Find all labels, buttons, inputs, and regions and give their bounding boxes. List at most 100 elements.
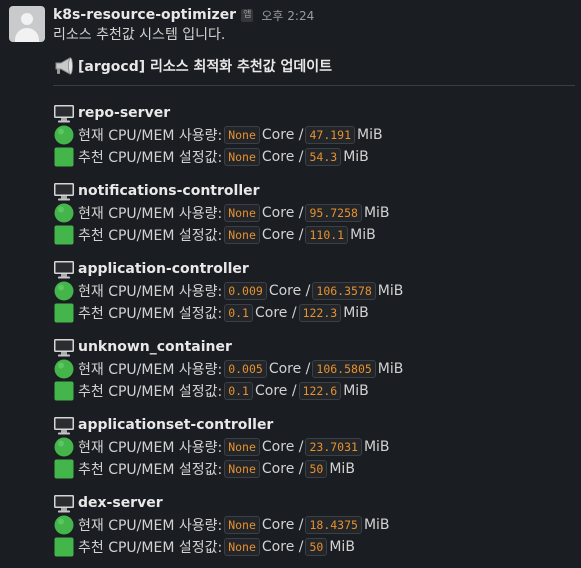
- container-name-line: unknown_container: [53, 336, 403, 358]
- current-usage-line: 현재 CPU/MEM 사용량: None Core / 95.7258 MiB: [53, 202, 403, 224]
- current-usage-label: 현재 CPU/MEM 사용량:: [78, 128, 223, 144]
- announcement-line: [argocd] 리소스 최적화 추천값 업데이트: [53, 55, 332, 77]
- container-name-line: dex-server: [53, 492, 403, 514]
- green-circle-icon: [54, 281, 74, 301]
- mem-unit-label: MiB: [343, 383, 369, 399]
- current-cpu-value: 0.005: [224, 360, 267, 378]
- cpu-unit-label: Core /: [261, 539, 304, 555]
- recommended-cpu-value: None: [224, 538, 260, 556]
- current-usage-line: 현재 CPU/MEM 사용량: 0.005 Core / 106.5805 Mi…: [53, 358, 403, 380]
- recommended-mem-value: 110.1: [305, 226, 349, 244]
- green-square-icon: [54, 303, 74, 323]
- current-mem-value: 23.7031: [305, 438, 362, 456]
- green-circle-icon: [54, 437, 74, 457]
- recommended-setting-line: 추천 CPU/MEM 설정값: None Core / 50 MiB: [53, 536, 403, 558]
- container-name: applicationset-controller: [78, 417, 274, 433]
- desktop-computer-icon: [54, 339, 74, 357]
- mem-unit-label: MiB: [329, 539, 355, 555]
- cpu-unit-label: Core /: [254, 305, 297, 321]
- current-mem-value: 47.191: [305, 126, 356, 144]
- recommended-cpu-value: None: [224, 460, 260, 478]
- recommended-setting-line: 추천 CPU/MEM 설정값: None Core / 50 MiB: [53, 458, 403, 480]
- container-entry: repo-server 현재 CPU/MEM 사용량: None Core / …: [53, 102, 403, 180]
- cpu-unit-label: Core /: [261, 149, 304, 165]
- app-badge: 앱: [241, 8, 254, 22]
- container-name: dex-server: [78, 495, 163, 511]
- mem-unit-label: MiB: [329, 461, 355, 477]
- recommended-setting-label: 추천 CPU/MEM 설정값:: [78, 384, 223, 400]
- current-usage-label: 현재 CPU/MEM 사용량:: [78, 362, 223, 378]
- recommended-setting-line: 추천 CPU/MEM 설정값: None Core / 110.1 MiB: [53, 224, 403, 246]
- current-usage-label: 현재 CPU/MEM 사용량:: [78, 440, 223, 456]
- green-circle-icon: [54, 359, 74, 379]
- current-cpu-value: None: [224, 204, 260, 222]
- green-square-icon: [54, 381, 74, 401]
- container-name-line: repo-server: [53, 102, 403, 124]
- current-cpu-value: None: [224, 126, 260, 144]
- cpu-unit-label: Core /: [261, 127, 304, 143]
- mem-unit-label: MiB: [343, 305, 369, 321]
- cpu-unit-label: Core /: [268, 283, 311, 299]
- container-list: repo-server 현재 CPU/MEM 사용량: None Core / …: [53, 102, 403, 568]
- recommended-setting-label: 추천 CPU/MEM 설정값:: [78, 306, 223, 322]
- recommended-setting-label: 추천 CPU/MEM 설정값:: [78, 228, 223, 244]
- container-entry: unknown_container 현재 CPU/MEM 사용량: 0.005 …: [53, 336, 403, 414]
- recommended-setting-label: 추천 CPU/MEM 설정값:: [78, 462, 223, 478]
- cpu-unit-label: Core /: [261, 227, 304, 243]
- desktop-computer-icon: [54, 105, 74, 123]
- mem-unit-label: MiB: [363, 517, 390, 533]
- current-cpu-value: None: [224, 438, 260, 456]
- current-cpu-value: None: [224, 516, 260, 534]
- container-entry: applicationset-controller 현재 CPU/MEM 사용량…: [53, 414, 403, 492]
- announcement-text: [argocd] 리소스 최적화 추천값 업데이트: [78, 59, 333, 75]
- current-usage-label: 현재 CPU/MEM 사용량:: [78, 518, 223, 534]
- cpu-unit-label: Core /: [268, 361, 311, 377]
- recommended-setting-line: 추천 CPU/MEM 설정값: None Core / 54.3 MiB: [53, 146, 403, 168]
- green-circle-icon: [54, 125, 74, 145]
- cpu-unit-label: Core /: [261, 517, 304, 533]
- user-avatar-icon[interactable]: [9, 6, 45, 42]
- mem-unit-label: MiB: [377, 283, 404, 299]
- recommended-cpu-value: 0.1: [224, 382, 253, 400]
- mem-unit-label: MiB: [363, 439, 390, 455]
- green-square-icon: [54, 459, 74, 479]
- current-mem-value: 95.7258: [305, 204, 362, 222]
- desktop-computer-icon: [54, 417, 74, 435]
- recommended-mem-value: 50: [305, 538, 328, 556]
- green-square-icon: [54, 537, 74, 557]
- recommended-cpu-value: None: [224, 226, 260, 244]
- current-usage-label: 현재 CPU/MEM 사용량:: [78, 206, 223, 222]
- green-square-icon: [54, 147, 74, 167]
- current-cpu-value: 0.009: [224, 282, 267, 300]
- megaphone-icon: [55, 57, 73, 75]
- container-name: repo-server: [78, 105, 171, 121]
- recommended-mem-value: 54.3: [305, 148, 342, 166]
- message-timestamp[interactable]: 오후 2:24: [261, 7, 314, 24]
- sender-name[interactable]: k8s-resource-optimizer: [53, 7, 236, 23]
- container-name-line: application-controller: [53, 258, 403, 280]
- container-name: notifications-controller: [78, 183, 260, 199]
- message-header: k8s-resource-optimizer 앱 오후 2:24: [53, 5, 314, 25]
- container-name-line: notifications-controller: [53, 180, 403, 202]
- recommended-setting-line: 추천 CPU/MEM 설정값: 0.1 Core / 122.6 MiB: [53, 380, 403, 402]
- recommended-cpu-value: 0.1: [224, 304, 253, 322]
- recommended-setting-line: 추천 CPU/MEM 설정값: 0.1 Core / 122.3 MiB: [53, 302, 403, 324]
- desktop-computer-icon: [54, 183, 74, 201]
- recommended-mem-value: 50: [305, 460, 328, 478]
- desktop-computer-icon: [54, 495, 74, 513]
- green-square-icon: [54, 225, 74, 245]
- cpu-unit-label: Core /: [254, 383, 297, 399]
- mem-unit-label: MiB: [357, 127, 383, 143]
- recommended-setting-label: 추천 CPU/MEM 설정값:: [78, 150, 223, 166]
- current-usage-line: 현재 CPU/MEM 사용량: None Core / 47.191 MiB: [53, 124, 403, 146]
- cpu-unit-label: Core /: [261, 461, 304, 477]
- cpu-unit-label: Core /: [261, 439, 304, 455]
- current-mem-value: 18.4375: [305, 516, 362, 534]
- current-mem-value: 106.5805: [312, 360, 376, 378]
- current-usage-label: 현재 CPU/MEM 사용량:: [78, 284, 223, 300]
- mem-unit-label: MiB: [377, 361, 404, 377]
- recommended-mem-value: 122.3: [298, 304, 342, 322]
- current-usage-line: 현재 CPU/MEM 사용량: 0.009 Core / 106.3578 Mi…: [53, 280, 403, 302]
- cpu-unit-label: Core /: [261, 205, 304, 221]
- green-circle-icon: [54, 515, 74, 535]
